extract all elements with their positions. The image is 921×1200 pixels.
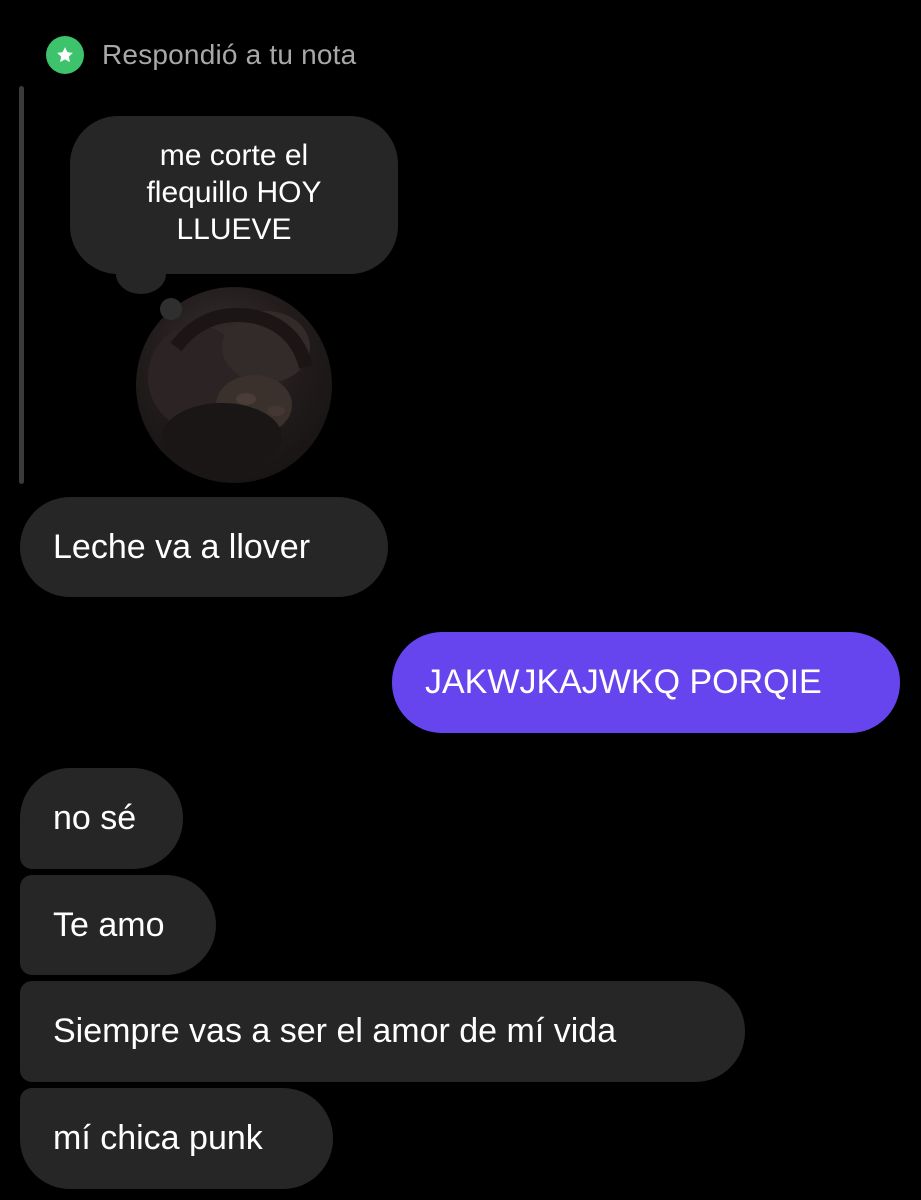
message-bubble-incoming[interactable]: Leche va a llover	[20, 497, 388, 597]
message-text: no sé	[53, 799, 137, 837]
reply-header: Respondió a tu nota	[46, 36, 356, 74]
thought-bubble-tail	[116, 254, 166, 294]
thought-bubble-dot	[160, 298, 182, 320]
note-bubble[interactable]: me corte el flequillo HOY LLUEVE	[70, 116, 398, 274]
message-bubble-outgoing[interactable]: JAKWJKAJWKQ PORQIE	[392, 632, 900, 733]
message-bubble-incoming[interactable]: Te amo	[20, 875, 216, 975]
note-line: flequillo HOY	[146, 175, 322, 209]
note-line: LLUEVE	[176, 212, 292, 246]
message-text: JAKWJKAJWKQ PORQIE	[425, 663, 822, 701]
message-bubble-incoming[interactable]: mí chica punk	[20, 1088, 333, 1189]
message-text: mí chica punk	[53, 1119, 263, 1157]
message-bubble-incoming[interactable]: Siempre vas a ser el amor de mí vida	[20, 981, 745, 1082]
star-icon	[46, 36, 84, 74]
message-text: Te amo	[53, 905, 165, 944]
note-text: me corte el flequillo HOY LLUEVE	[146, 137, 321, 248]
reply-label: Respondió a tu nota	[102, 39, 357, 70]
message-bubble-incoming[interactable]: no sé	[20, 768, 183, 869]
note-line: me corte el	[159, 138, 309, 172]
reply-quote-bar	[19, 86, 24, 484]
message-text: Siempre vas a ser el amor de mí vida	[53, 1012, 617, 1050]
message-text: Leche va a llover	[53, 527, 311, 566]
